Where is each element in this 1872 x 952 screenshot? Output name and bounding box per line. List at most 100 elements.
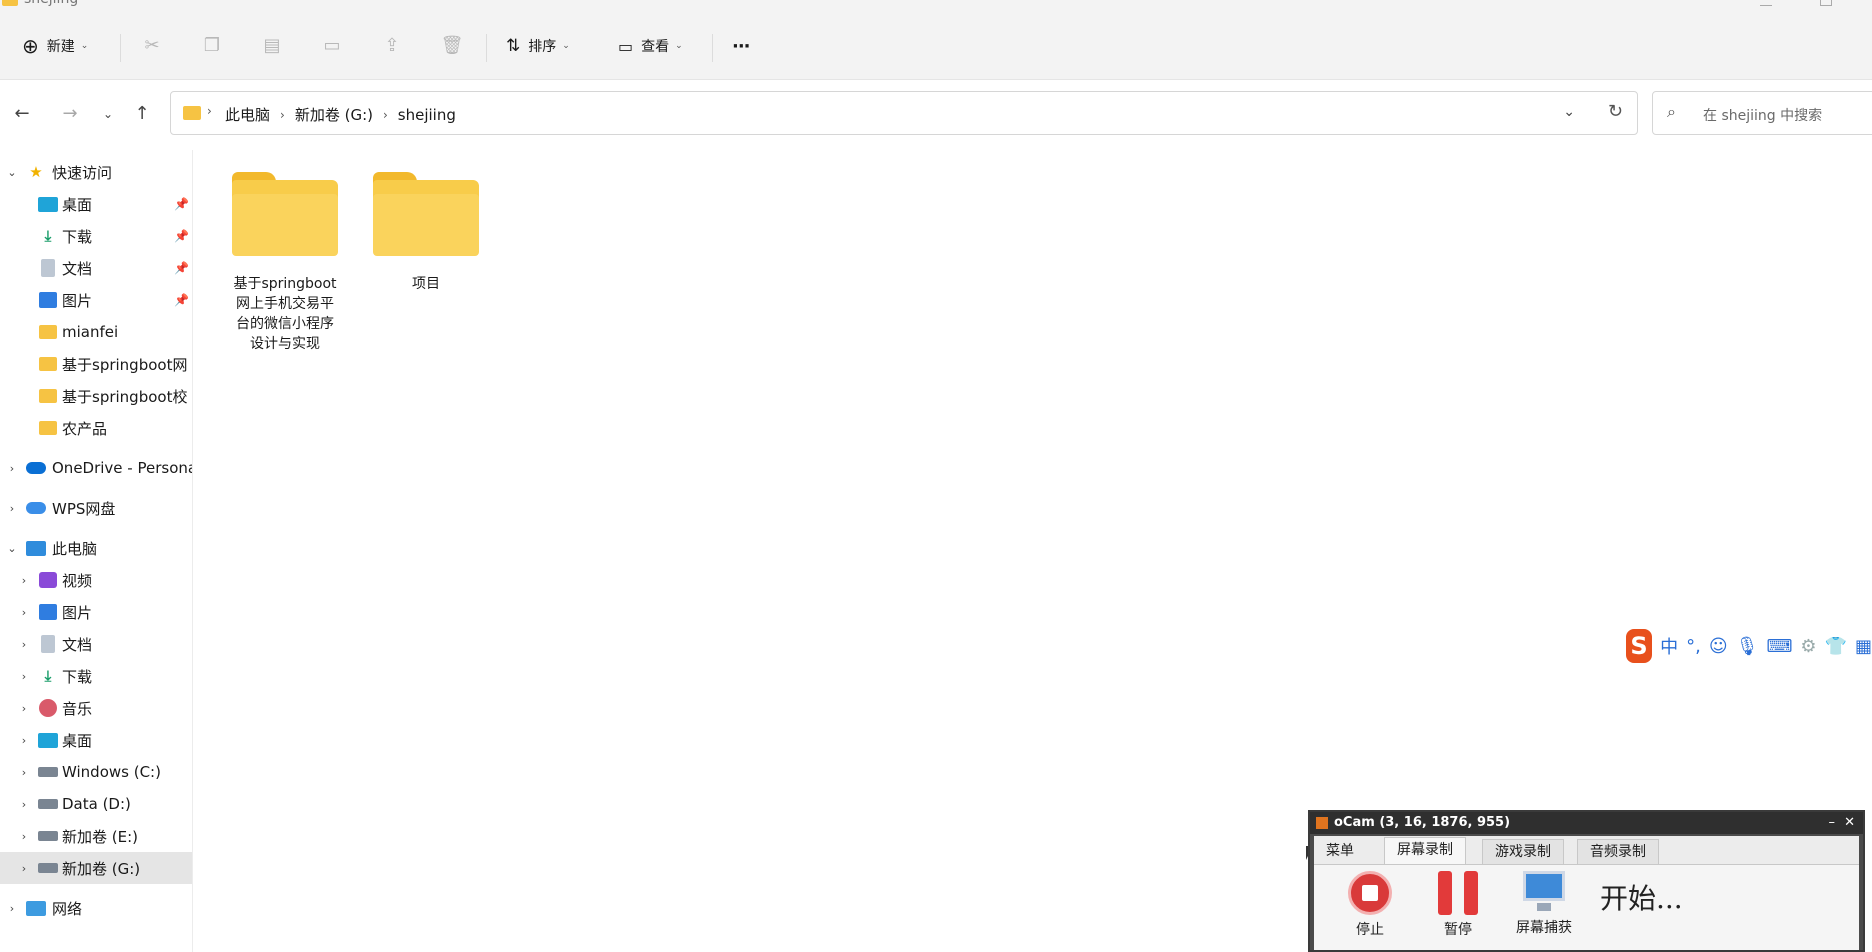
chevron-right-icon[interactable]: ›: [6, 462, 18, 475]
sort-icon: ⇅: [506, 36, 521, 56]
emoji-icon[interactable]: ☺: [1709, 636, 1728, 657]
sidebar-item-pictures-pc[interactable]: › 图片: [0, 596, 192, 628]
back-icon[interactable]: ←: [8, 100, 36, 128]
copy-icon[interactable]: ❐: [200, 34, 224, 58]
folder-item[interactable]: 基于springboot 网上手机交易平 台的微信小程序 设计与实现: [220, 150, 350, 354]
ocam-logo-icon: [1316, 817, 1328, 829]
chevron-down-icon[interactable]: ⌄: [1563, 104, 1575, 120]
forward-icon[interactable]: →: [56, 100, 84, 128]
sidebar-item-documents-pc[interactable]: › 文档: [0, 628, 192, 660]
sidebar-item-drive-d[interactable]: › Data (D:): [0, 788, 192, 820]
breadcrumb-item[interactable]: shejiing: [398, 106, 456, 124]
chevron-right-icon[interactable]: ›: [18, 574, 30, 587]
ocam-title: oCam (3, 16, 1876, 955): [1334, 815, 1511, 830]
refresh-icon[interactable]: ↻: [1608, 101, 1623, 122]
chevron-down-icon[interactable]: ⌄: [6, 542, 18, 555]
tools-icon[interactable]: ⚙: [1800, 636, 1816, 657]
chevron-right-icon[interactable]: ›: [18, 798, 30, 811]
sidebar-item-springboot-2[interactable]: 基于springboot校: [0, 380, 192, 412]
skin-icon[interactable]: 👕: [1825, 636, 1847, 657]
chevron-right-icon[interactable]: ›: [18, 670, 30, 683]
sidebar-item-documents[interactable]: 文档 📌: [0, 252, 192, 284]
sort-label: 排序: [528, 39, 557, 55]
divider: [712, 34, 713, 62]
sidebar-item-downloads[interactable]: ⤓ 下载 📌: [0, 220, 192, 252]
sidebar-item-music[interactable]: › 音乐: [0, 692, 192, 724]
stop-button[interactable]: 停止: [1330, 871, 1410, 939]
sidebar-item-drive-e[interactable]: › 新加卷 (E:): [0, 820, 192, 852]
paste-icon[interactable]: ▤: [260, 34, 284, 58]
sidebar-item-label: OneDrive - Persona: [52, 459, 193, 477]
delete-icon[interactable]: 🗑: [440, 34, 464, 58]
chevron-right-icon[interactable]: ›: [18, 862, 30, 875]
recent-chevron-icon[interactable]: ⌄: [94, 100, 122, 128]
stop-record-icon: [1348, 871, 1392, 915]
up-icon[interactable]: ↑: [128, 100, 156, 128]
picture-icon: [38, 291, 58, 309]
sidebar-item-desktop-pc[interactable]: › 桌面: [0, 724, 192, 756]
cut-icon[interactable]: ✂: [140, 34, 164, 58]
microphone-icon[interactable]: 🎙: [1736, 636, 1759, 657]
keyboard-icon[interactable]: ⌨: [1766, 636, 1792, 657]
sidebar-item-wps[interactable]: › WPS网盘: [0, 492, 192, 524]
sort-button[interactable]: ⇅ 排序 ⌄: [506, 32, 570, 60]
sidebar-item-springboot-1[interactable]: 基于springboot网: [0, 348, 192, 380]
chevron-right-icon[interactable]: ›: [18, 734, 30, 747]
sidebar-item-agri[interactable]: 农产品: [0, 412, 192, 444]
minimize-icon[interactable]: [1760, 0, 1772, 6]
share-icon[interactable]: ⇪: [380, 34, 404, 58]
pause-button[interactable]: 暂停: [1418, 871, 1498, 939]
sidebar-item-desktop[interactable]: 桌面 📌: [0, 188, 192, 220]
address-bar[interactable]: › 此电脑 › 新加卷 (G:) › shejiing ⌄ ↻: [170, 91, 1638, 135]
tab-menu[interactable]: 菜单: [1314, 839, 1366, 864]
search-box[interactable]: ⌕ 在 shejiing 中搜索: [1652, 91, 1872, 135]
chevron-down-icon: ⌄: [80, 41, 89, 51]
view-button[interactable]: ▭ 查看 ⌄: [618, 32, 683, 60]
view-label: 查看: [641, 39, 670, 55]
tab-screen-record[interactable]: 屏幕录制: [1384, 837, 1466, 864]
ime-punctuation[interactable]: °,: [1686, 636, 1701, 657]
sidebar-item-pictures[interactable]: 图片 📌: [0, 284, 192, 316]
minimize-icon[interactable]: –: [1829, 812, 1836, 834]
sidebar-item-label: 基于springboot校: [62, 387, 188, 406]
search-input[interactable]: 在 shejiing 中搜索: [1703, 105, 1822, 125]
breadcrumb-item[interactable]: 新加卷 (G:): [295, 104, 373, 125]
view-icon: ▭: [618, 36, 634, 56]
new-button[interactable]: ⊕ 新建 ⌄: [22, 32, 88, 60]
tab-audio-record[interactable]: 音频录制: [1577, 839, 1659, 864]
chevron-right-icon[interactable]: ›: [18, 702, 30, 715]
breadcrumb-item[interactable]: 此电脑: [225, 104, 270, 125]
chevron-right-icon[interactable]: ›: [280, 108, 285, 122]
chevron-right-icon[interactable]: ›: [6, 502, 18, 515]
chevron-right-icon[interactable]: ›: [383, 108, 388, 122]
sidebar-item-downloads-pc[interactable]: › ⤓ 下载: [0, 660, 192, 692]
chevron-right-icon[interactable]: ›: [18, 830, 30, 843]
rename-icon[interactable]: ▭: [320, 34, 344, 58]
ime-mode[interactable]: 中: [1660, 633, 1678, 659]
sidebar-item-videos[interactable]: › 视频: [0, 564, 192, 596]
grid-icon[interactable]: ▦: [1855, 636, 1872, 657]
tab-game-record[interactable]: 游戏录制: [1482, 839, 1564, 864]
screen-capture-button[interactable]: 屏幕捕获: [1504, 871, 1584, 937]
sogou-logo-icon[interactable]: S: [1626, 629, 1653, 663]
sidebar-item-quick-access[interactable]: ⌄ ★ 快速访问: [0, 156, 192, 188]
chevron-down-icon[interactable]: ⌄: [6, 166, 18, 179]
sidebar-item-onedrive[interactable]: › OneDrive - Persona: [0, 452, 193, 484]
sidebar-item-drive-c[interactable]: › Windows (C:): [0, 756, 192, 788]
sidebar-item-label: 快速访问: [52, 163, 113, 182]
sidebar-item-this-pc[interactable]: ⌄ 此电脑: [0, 532, 192, 564]
chevron-right-icon[interactable]: ›: [18, 606, 30, 619]
plus-circle-icon: ⊕: [22, 34, 39, 58]
chevron-right-icon[interactable]: ›: [18, 766, 30, 779]
folder-name: 项目: [412, 276, 440, 292]
folder-item[interactable]: 项目: [361, 150, 491, 294]
sidebar-item-mianfei[interactable]: mianfei: [0, 316, 192, 348]
ocam-status: 开始...: [1600, 882, 1683, 915]
sidebar-item-drive-g[interactable]: › 新加卷 (G:): [0, 852, 192, 884]
more-button[interactable]: ···: [732, 32, 750, 60]
restore-icon[interactable]: [1820, 0, 1832, 6]
chevron-right-icon[interactable]: ›: [6, 902, 18, 915]
close-icon[interactable]: ✕: [1844, 812, 1855, 834]
chevron-right-icon[interactable]: ›: [18, 638, 30, 651]
sidebar-item-network[interactable]: › 网络: [0, 892, 192, 924]
